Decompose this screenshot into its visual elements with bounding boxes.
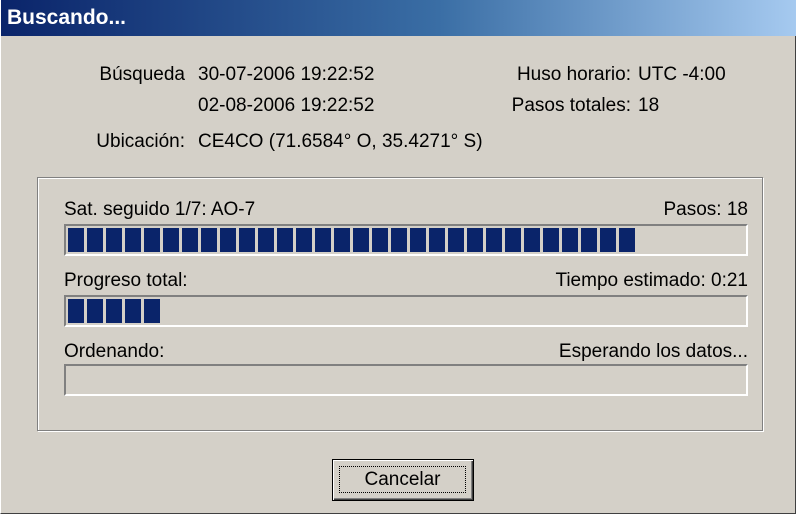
total-progress-fill: [68, 299, 163, 323]
cancel-button[interactable]: Cancelar: [332, 459, 474, 501]
total-steps-value: 18: [638, 95, 660, 116]
total-steps-label: Pasos totales:: [511, 95, 631, 116]
search-progress-dialog: Buscando... Búsqueda 30-07-2006 19:22:52…: [0, 0, 796, 514]
cancel-button-label: Cancelar: [339, 466, 466, 493]
window-title: Buscando...: [1, 0, 796, 36]
location-label: Ubicación:: [96, 131, 185, 152]
location-value: CE4CO (71.6584° O, 35.4271° S): [198, 131, 483, 152]
search-end-date: 02-08-2006 19:22:52: [198, 95, 375, 116]
total-progress-bar: [64, 295, 748, 327]
sorting-status: Esperando los datos...: [558, 341, 748, 362]
satellite-progress-bar: [64, 224, 748, 256]
total-progress-label: Progreso total:: [64, 270, 188, 291]
timezone-value: UTC -4:00: [638, 64, 726, 85]
estimated-time: Tiempo estimado: 0:21: [555, 270, 748, 291]
steps-count: Pasos: 18: [663, 199, 749, 220]
sorting-progress-bar: [64, 364, 748, 396]
search-start-date: 30-07-2006 19:22:52: [198, 64, 375, 85]
search-label: Búsqueda: [99, 64, 185, 85]
satellite-progress-fill: [68, 228, 638, 252]
satellite-label: Sat. seguido 1/7: AO-7: [64, 199, 256, 220]
sorting-label: Ordenando:: [64, 341, 165, 362]
timezone-label: Huso horario:: [516, 64, 631, 85]
